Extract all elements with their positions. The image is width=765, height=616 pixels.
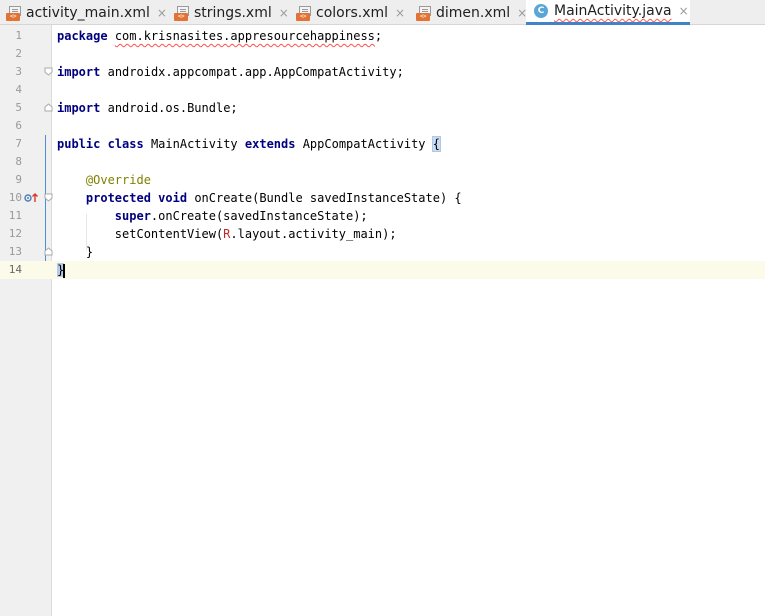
line-number: 4 [15, 83, 22, 96]
xml-file-icon: <> [296, 5, 312, 21]
code-text: setContentView(R.layout.activity_main); [114, 227, 397, 241]
text-caret [63, 263, 66, 278]
close-tab-icon[interactable]: × [279, 6, 289, 20]
code-text: import android.os.Bundle; [57, 101, 238, 115]
code-text: protected void onCreate(Bundle savedInst… [85, 191, 462, 205]
line-number: 6 [15, 119, 22, 132]
code-line-11: 11 super.onCreate(savedInstanceState); [0, 207, 765, 225]
fold-marker-icon[interactable] [44, 103, 53, 112]
code-line-2: 2 [0, 45, 765, 63]
code-line-9: 9 @Override [0, 171, 765, 189]
tab-colors-xml[interactable]: <> colors.xml × [290, 0, 408, 25]
code-line-13: 13 } [0, 243, 765, 261]
package-name: com.krisnasites.appresourcehappiness [114, 29, 375, 43]
code-line-6: 6 [0, 117, 765, 135]
tab-label: colors.xml [316, 4, 389, 21]
close-tab-icon[interactable]: × [157, 6, 167, 20]
line-number: 8 [15, 155, 22, 168]
fold-marker-icon[interactable] [44, 67, 53, 76]
line-number: 7 [15, 137, 22, 150]
tab-label: dimen.xml [436, 4, 511, 21]
line-number: 14 [0, 261, 22, 279]
code-line-14: 14 } [0, 261, 765, 279]
code-text: package com.krisnasites.appresourcehappi… [57, 29, 383, 43]
close-tab-icon[interactable]: × [395, 6, 405, 20]
xml-file-icon: <> [174, 5, 190, 21]
line-number: 3 [15, 65, 22, 78]
code-editor[interactable]: 1 package com.krisnasites.appresourcehap… [0, 25, 765, 616]
java-class-icon: C [534, 4, 548, 18]
code-line-5: 5 import android.os.Bundle; [0, 99, 765, 117]
tab-label: strings.xml [194, 4, 272, 21]
line-number: 9 [15, 173, 22, 186]
xml-file-icon: <> [416, 5, 432, 21]
tab-dimen-xml[interactable]: <> dimen.xml × [410, 0, 527, 25]
code-text: } [57, 261, 66, 279]
code-text: @Override [85, 173, 151, 187]
matched-brace: { [431, 136, 442, 152]
ide-window: <> activity_main.xml × <> strings.xml × … [0, 0, 765, 616]
code-text: import androidx.appcompat.app.AppCompatA… [57, 65, 404, 79]
override-method-icon[interactable] [24, 189, 40, 207]
close-tab-icon[interactable]: × [679, 4, 689, 18]
line-number: 11 [8, 209, 22, 222]
tab-label: MainActivity.java [554, 3, 672, 19]
code-line-8: 8 [0, 153, 765, 171]
code-line-4: 4 [0, 81, 765, 99]
xml-file-icon: <> [6, 5, 22, 21]
code-line-12: 12 setContentView(R.layout.activity_main… [0, 225, 765, 243]
editor-tab-bar: <> activity_main.xml × <> strings.xml × … [0, 0, 765, 25]
fold-marker-icon[interactable] [44, 193, 53, 202]
code-line-7: 7 public class MainActivity extends AppC… [0, 135, 765, 153]
code-text: public class MainActivity extends AppCom… [57, 136, 442, 152]
fold-marker-icon[interactable] [44, 247, 53, 256]
line-number: 1 [15, 29, 22, 42]
code-line-1: 1 package com.krisnasites.appresourcehap… [0, 27, 765, 45]
line-number: 2 [15, 47, 22, 60]
tab-activity-main-xml[interactable]: <> activity_main.xml × [0, 0, 167, 25]
tab-label: activity_main.xml [26, 4, 150, 21]
tab-main-activity-java[interactable]: C MainActivity.java × [526, 0, 690, 25]
tab-strings-xml[interactable]: <> strings.xml × [168, 0, 289, 25]
line-number: 12 [8, 227, 22, 240]
line-number: 5 [15, 101, 22, 114]
code-text: } [85, 245, 94, 259]
code-text: super.onCreate(savedInstanceState); [114, 209, 368, 223]
line-number: 13 [8, 245, 22, 258]
line-number: 10 [8, 191, 22, 204]
code-line-3: 3 import androidx.appcompat.app.AppCompa… [0, 63, 765, 81]
code-line-10: 10 protected void onCreate(Bundle savedI… [0, 189, 765, 207]
